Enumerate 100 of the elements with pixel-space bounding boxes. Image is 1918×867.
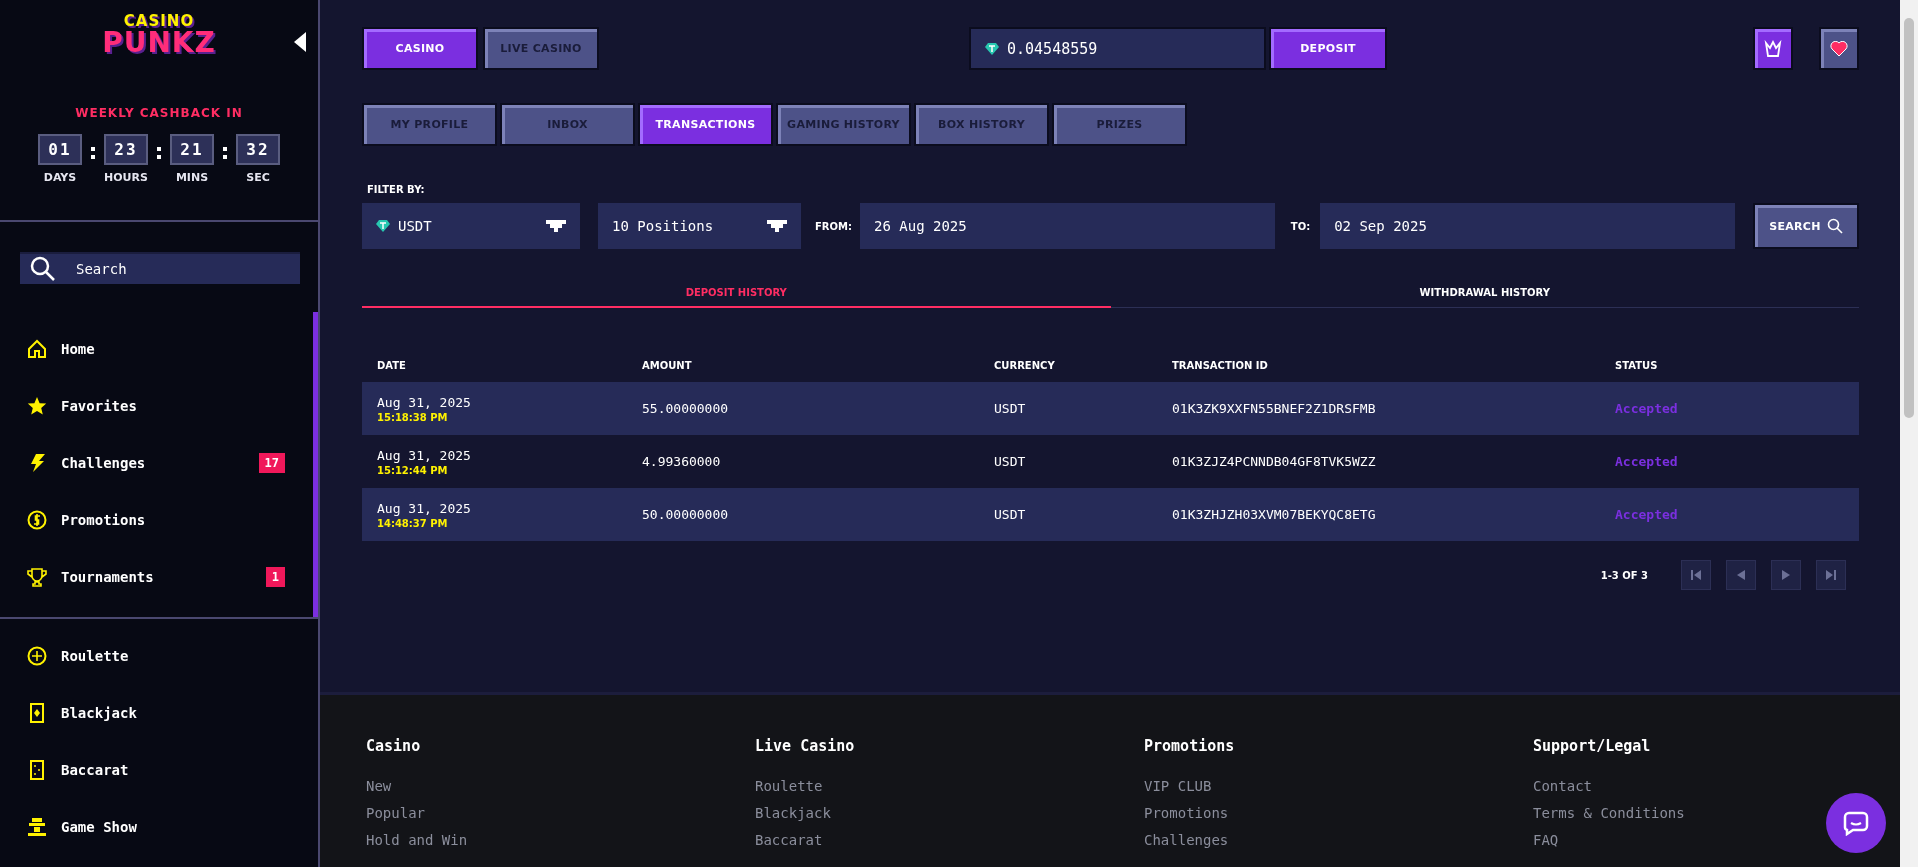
balance-value: 0.04548559 <box>1007 39 1098 58</box>
search-button[interactable]: SEARCH <box>1753 203 1859 249</box>
filter-title: FILTER BY: <box>366 184 426 195</box>
currency-value: USDT <box>398 218 433 234</box>
currency-cell-text: USDT <box>994 401 1027 416</box>
chat-bubble-icon <box>1843 810 1869 836</box>
cashback-title: WEEKLY CASHBACK IN <box>74 106 244 121</box>
history-tab[interactable]: WITHDRAWAL HISTORY <box>1110 279 1859 308</box>
nav-item[interactable]: Favorites <box>0 377 313 435</box>
nav-label: Challenges <box>61 454 147 471</box>
game-nav-item[interactable]: Game Show <box>0 798 318 855</box>
page-range: 1-3 OF 3 <box>1600 569 1648 581</box>
nav-item[interactable]: Promotions <box>0 491 313 549</box>
heart-icon <box>1830 40 1848 57</box>
star-icon <box>27 395 47 416</box>
footer-link[interactable]: Promotions <box>1144 805 1229 821</box>
column-header: DATE <box>377 359 407 371</box>
time-cell: 14:48:37 PM <box>377 517 448 529</box>
nav-item[interactable]: Challenges 17 <box>0 434 313 492</box>
countdown-value: 21 <box>170 134 214 166</box>
coin-icon <box>27 509 47 530</box>
crown-icon <box>1764 39 1782 58</box>
host-icon <box>27 816 47 837</box>
game-nav-item[interactable]: Roulette <box>0 627 318 684</box>
to-date-field[interactable]: 02 Sep 2025 <box>1320 203 1735 249</box>
positions-dropdown[interactable]: 10 Positions <box>598 203 801 249</box>
currency-cell-text: USDT <box>994 454 1027 469</box>
from-date-field[interactable]: 26 Aug 2025 <box>860 203 1275 249</box>
game-nav-item[interactable]: Blackjack <box>0 684 318 741</box>
sidebar-scrollbar[interactable] <box>313 312 318 618</box>
nav-label: Blackjack <box>61 704 138 721</box>
footer-link[interactable]: Blackjack <box>755 805 831 821</box>
roulette-icon <box>27 645 47 666</box>
nav-label: Home <box>61 340 96 357</box>
footer-link[interactable]: New <box>366 778 392 794</box>
footer-heading: Casino <box>366 737 421 755</box>
currency-dropdown[interactable]: USDT <box>362 203 580 249</box>
collapse-arrow-icon[interactable] <box>294 32 306 52</box>
prev-page-icon <box>1735 569 1747 581</box>
footer-link[interactable]: Hold and Win <box>366 832 468 848</box>
footer-link[interactable]: Popular <box>366 805 425 821</box>
mode-tab[interactable]: CASINO <box>362 27 478 70</box>
count-badge: 1 <box>265 566 285 587</box>
countdown-value: 23 <box>104 134 148 166</box>
from-label: FROM: <box>815 220 852 232</box>
column-header: STATUS <box>1615 359 1659 371</box>
count-badge: 17 <box>258 452 285 473</box>
footer-link[interactable]: Challenges <box>1144 832 1229 848</box>
column-header: AMOUNT <box>642 359 693 371</box>
nav-label: Promotions <box>61 511 147 528</box>
footer-link[interactable]: Roulette <box>755 778 823 794</box>
card-icon <box>27 702 47 723</box>
page-scrollbar[interactable] <box>1900 0 1918 867</box>
balance-field[interactable]: 0.04548559 <box>969 27 1266 70</box>
deposit-button[interactable]: DEPOSIT <box>1269 27 1387 70</box>
nav-label: Baccarat <box>61 761 130 778</box>
countdown-label: SEC <box>246 171 270 185</box>
transaction-id-cell-text: 01K3ZJZ4PCNNDB04GF8TVK5WZZ <box>1172 454 1377 469</box>
tether-coin-icon <box>376 219 390 233</box>
nav-label: Roulette <box>61 647 130 664</box>
currency-cell-text: USDT <box>994 507 1027 522</box>
caret-icon <box>546 220 566 232</box>
time-cell: 15:12:44 PM <box>377 464 448 476</box>
countdown-label: DAYS <box>43 171 77 185</box>
nav-item[interactable]: Home <box>0 320 313 378</box>
crown-button[interactable] <box>1753 27 1793 70</box>
countdown-value: 01 <box>38 134 82 166</box>
status-cell-text: Accepted <box>1615 507 1679 522</box>
footer-link[interactable]: Terms & Conditions <box>1533 805 1685 821</box>
last-page-icon <box>1825 569 1837 581</box>
column-header: CURRENCY <box>994 359 1056 371</box>
game-nav-item[interactable]: Baccarat <box>0 741 318 798</box>
colon-icon <box>157 147 161 160</box>
column-header: TRANSACTION ID <box>1172 359 1269 371</box>
caret-icon <box>767 220 787 232</box>
search-input[interactable]: Search <box>74 260 258 279</box>
nav-label: Game Show <box>61 818 138 835</box>
footer-link[interactable]: FAQ <box>1533 832 1559 848</box>
nav-label: Favorites <box>61 397 138 414</box>
heart-button[interactable] <box>1819 27 1859 70</box>
profile-tab[interactable]: TRANSACTIONS <box>638 103 773 146</box>
amount-cell-text: 55.00000000 <box>642 401 730 416</box>
domino-icon <box>27 759 47 780</box>
search-bar[interactable]: Search <box>20 251 300 285</box>
chat-button[interactable] <box>1826 793 1886 853</box>
time-cell: 15:18:38 PM <box>377 411 448 423</box>
history-tab[interactable]: DEPOSIT HISTORY <box>362 279 1111 308</box>
footer-link[interactable]: Contact <box>1533 778 1592 794</box>
trophy-icon <box>27 566 47 587</box>
next-page-icon <box>1780 569 1792 581</box>
footer-link[interactable]: VIP CLUB <box>1144 778 1212 794</box>
footer-link[interactable]: Baccarat <box>755 832 823 848</box>
search-icon <box>1826 218 1843 234</box>
nav-item[interactable]: Tournaments 1 <box>0 548 313 606</box>
colon-icon <box>223 147 227 160</box>
to-label: TO: <box>1290 220 1311 232</box>
date-cell: Aug 31, 2025 <box>377 500 471 516</box>
footer-heading: Live Casino <box>755 737 855 755</box>
logo[interactable]: CASINO PUNKZ <box>102 14 216 73</box>
first-page-icon <box>1690 569 1702 581</box>
